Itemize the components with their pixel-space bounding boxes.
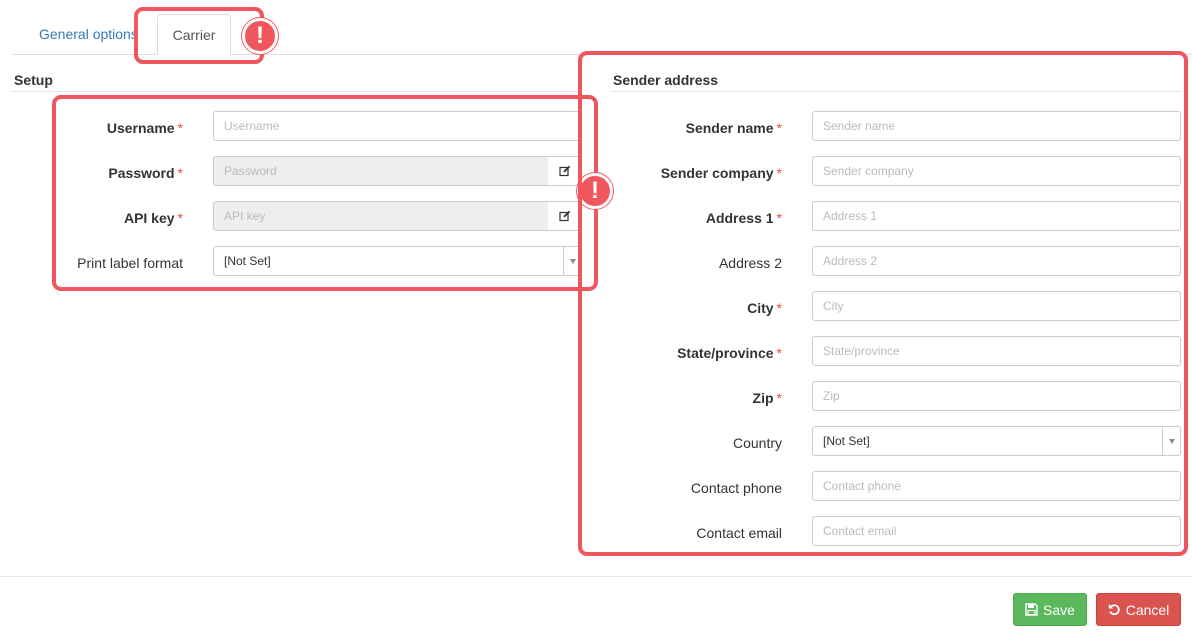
- password-edit-button[interactable]: [548, 156, 582, 186]
- address1-label: Address 1 *: [705, 210, 782, 226]
- required-marker: *: [776, 300, 782, 316]
- cancel-button-label: Cancel: [1125, 601, 1170, 618]
- edit-icon: [558, 210, 570, 222]
- address2-label: Address 2: [718, 255, 782, 271]
- required-marker: *: [776, 165, 782, 181]
- zip-label: Zip *: [752, 390, 782, 406]
- footer-divider: [0, 576, 1192, 577]
- print-label-format-value: [Not Set]: [224, 254, 271, 268]
- required-marker: *: [177, 210, 183, 226]
- tab-bar: General options Carrier: [0, 0, 1192, 56]
- setup-section-title: Setup: [14, 72, 53, 88]
- save-button-label: Save: [1043, 601, 1075, 618]
- city-input[interactable]: [812, 291, 1181, 321]
- required-marker: *: [776, 120, 782, 136]
- save-button[interactable]: Save: [1013, 593, 1087, 626]
- tab-general-options[interactable]: General options: [26, 14, 151, 54]
- setup-alert-badge: !: [577, 173, 613, 209]
- sender-company-label: Sender company *: [660, 165, 782, 181]
- contact-email-label: Contact email: [696, 525, 782, 541]
- sender-company-input[interactable]: [812, 156, 1181, 186]
- password-label: Password *: [108, 165, 183, 181]
- address2-input[interactable]: [812, 246, 1181, 276]
- print-label-format-select[interactable]: [Not Set]: [213, 246, 582, 276]
- required-marker: *: [776, 210, 782, 226]
- address1-input[interactable]: [812, 201, 1181, 231]
- sender-name-label: Sender name *: [685, 120, 782, 136]
- edit-icon: [558, 165, 570, 177]
- chevron-down-icon: [1162, 427, 1180, 455]
- chevron-down-icon: [563, 247, 581, 275]
- state-province-input[interactable]: [812, 336, 1181, 366]
- zip-input[interactable]: [812, 381, 1181, 411]
- country-label: Country: [732, 435, 782, 451]
- print-label-format-label: Print label format: [77, 255, 183, 271]
- sender-name-input[interactable]: [812, 111, 1181, 141]
- username-label: Username *: [106, 120, 183, 136]
- cancel-button[interactable]: Cancel: [1096, 593, 1181, 626]
- api-key-label: API key *: [123, 210, 183, 226]
- required-marker: *: [776, 345, 782, 361]
- floppy-disk-icon: [1025, 603, 1038, 616]
- tab-alert-badge: !: [242, 18, 278, 54]
- contact-email-input[interactable]: [812, 516, 1181, 546]
- sender-section-divider: [611, 91, 1181, 92]
- country-value: [Not Set]: [823, 434, 870, 448]
- api-key-edit-button[interactable]: [548, 201, 582, 231]
- username-input[interactable]: [213, 111, 582, 141]
- required-marker: *: [177, 165, 183, 181]
- required-marker: *: [776, 390, 782, 406]
- undo-icon: [1108, 604, 1120, 616]
- contact-phone-label: Contact phone: [690, 480, 782, 496]
- setup-section-divider: [12, 91, 580, 92]
- country-select[interactable]: [Not Set]: [812, 426, 1181, 456]
- sender-section-title: Sender address: [613, 72, 719, 88]
- password-input[interactable]: [213, 156, 549, 186]
- required-marker: *: [177, 120, 183, 136]
- city-label: City *: [747, 300, 782, 316]
- contact-phone-input[interactable]: [812, 471, 1181, 501]
- state-province-label: State/province *: [677, 345, 782, 361]
- tab-carrier[interactable]: Carrier: [157, 14, 231, 55]
- api-key-input[interactable]: [213, 201, 549, 231]
